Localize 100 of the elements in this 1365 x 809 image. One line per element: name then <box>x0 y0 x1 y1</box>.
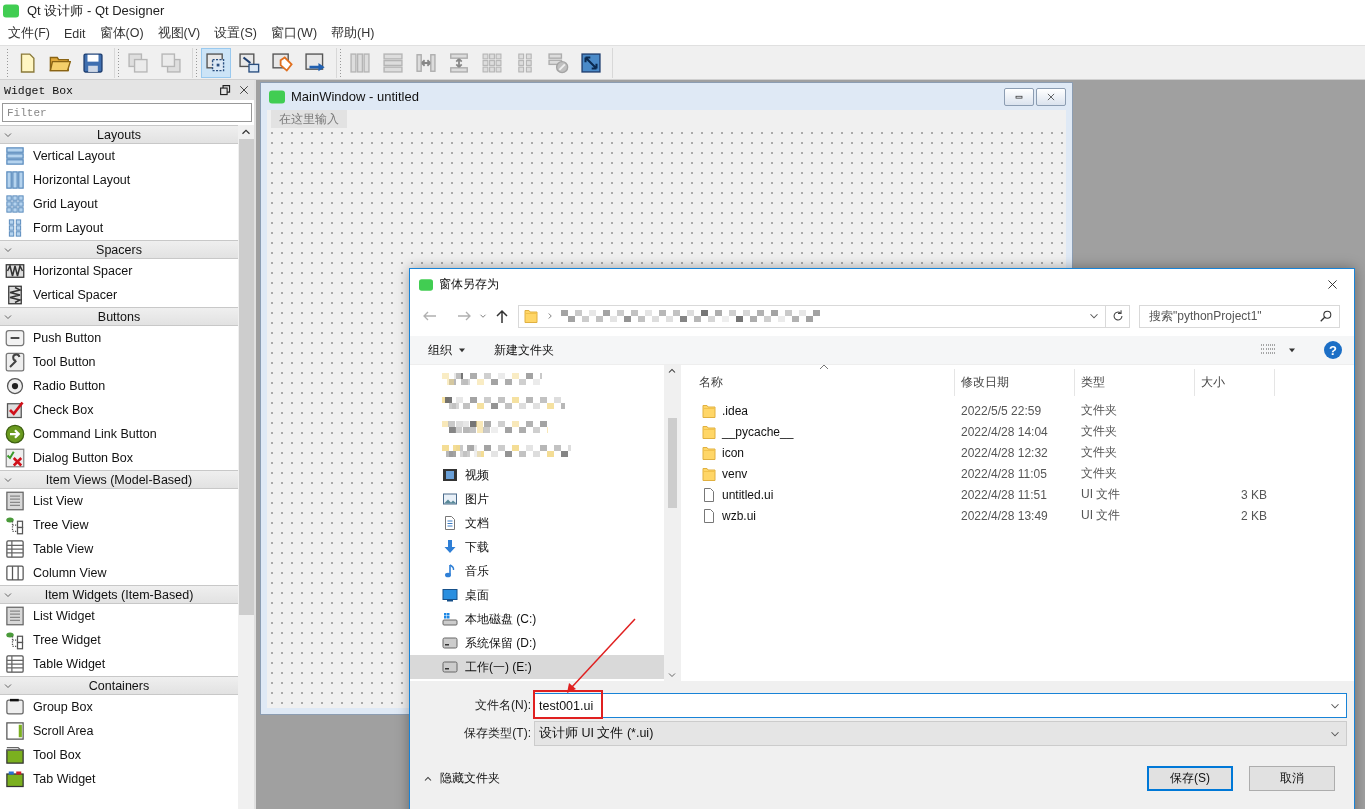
hide-folders-toggle[interactable]: 隐藏文件夹 <box>422 770 1131 787</box>
widget-item[interactable]: Table View <box>0 537 238 561</box>
minimize-button[interactable] <box>1004 87 1034 106</box>
file-name[interactable]: icon <box>722 445 744 460</box>
wrench-icon <box>5 352 25 372</box>
nav-item[interactable]: 音乐 <box>410 559 664 583</box>
file-icon <box>701 507 717 524</box>
nav-item[interactable]: 系统保留 (D:) <box>410 631 664 655</box>
file-name[interactable]: .idea <box>722 403 749 418</box>
menu-placeholder[interactable]: 在这里输入 <box>271 109 347 129</box>
widget-item[interactable]: Tool Button <box>0 350 238 374</box>
download-arrow-icon <box>442 539 458 555</box>
widget-item[interactable]: Tree View <box>0 513 238 537</box>
type-cell-text: 文件夹 <box>1080 465 1118 482</box>
tree-icon <box>5 630 25 650</box>
scroll-thumb[interactable] <box>667 418 677 508</box>
help-button[interactable]: ? <box>1324 341 1342 359</box>
widget-item[interactable]: Tree Widget <box>0 628 238 652</box>
widget-item[interactable]: List View <box>0 489 238 513</box>
dialog-button[interactable]: 取消 <box>1249 766 1335 791</box>
search-field[interactable]: 搜索"pythonProject1" <box>1139 304 1340 328</box>
widget-item[interactable]: Scroll Area <box>0 719 238 743</box>
file-name[interactable]: __pycache__ <box>722 424 794 439</box>
menu-item[interactable]: Edit <box>56 26 93 41</box>
up-arrow-icon[interactable] <box>494 308 510 324</box>
widget-item[interactable]: Table Widget <box>0 652 238 676</box>
file-name[interactable]: wzb.ui <box>722 508 756 523</box>
file-type-dropdown[interactable]: 设计师 UI 文件 (*.ui) <box>534 721 1347 746</box>
scrollbar[interactable] <box>238 125 254 809</box>
nav-item[interactable]: 桌面 <box>410 583 664 607</box>
type-cell-text: 文件夹 <box>1080 423 1118 440</box>
widget-item[interactable]: Command Link Button <box>0 422 238 446</box>
table-icon <box>5 539 25 559</box>
nav-item[interactable]: 文档 <box>410 511 664 535</box>
widget-item[interactable]: Push Button <box>0 326 238 350</box>
close-icon[interactable] <box>238 84 250 96</box>
type-cell-text: UI 文件 <box>1080 486 1122 503</box>
date-cell-text: 2022/4/28 12:32 <box>960 445 1049 460</box>
dialog-title: 窗体另存为 <box>439 276 500 293</box>
category-header[interactable]: Spacers <box>0 240 238 259</box>
checkbox-icon <box>5 400 25 420</box>
nav-item[interactable]: 下载 <box>410 535 664 559</box>
menu-item[interactable]: 窗体(O) <box>92 25 151 42</box>
restore-window-icon[interactable] <box>219 83 232 97</box>
menu-item[interactable]: 帮助(H) <box>324 25 382 42</box>
scroll-thumb[interactable] <box>238 139 254 615</box>
file-name[interactable]: untitled.ui <box>722 487 774 502</box>
menu-item[interactable]: 视图(V) <box>150 25 208 42</box>
menu-item[interactable]: 设置(S) <box>207 25 264 42</box>
widget-item[interactable]: List Widget <box>0 604 238 628</box>
toolbox-icon <box>5 745 25 765</box>
widget-item[interactable]: Dialog Button Box <box>0 446 238 470</box>
search-icon <box>1319 309 1333 323</box>
highlight-frame <box>533 690 603 719</box>
dialog-button[interactable]: 保存(S) <box>1147 766 1233 791</box>
widget-item[interactable]: Form Layout <box>0 216 238 240</box>
widget-item[interactable]: Grid Layout <box>0 192 238 216</box>
category-header[interactable]: Layouts <box>0 125 238 144</box>
menu-item[interactable]: 文件(F) <box>1 25 57 42</box>
toolbar-button[interactable]: 新建文件夹 <box>494 339 554 361</box>
widget-item[interactable]: Check Box <box>0 398 238 422</box>
category-header[interactable]: Containers <box>0 676 238 695</box>
widget-item[interactable]: Group Box <box>0 695 238 719</box>
nav-item[interactable]: 图片 <box>410 487 664 511</box>
widget-item[interactable]: Horizontal Spacer <box>0 259 238 283</box>
file-name[interactable]: venv <box>722 466 748 481</box>
category-header[interactable]: Item Views (Model-Based) <box>0 470 238 489</box>
menu-item[interactable]: 窗口(W) <box>263 25 325 42</box>
column-header[interactable]: 修改日期 <box>955 369 1075 396</box>
column-header[interactable]: 类型 <box>1075 369 1195 396</box>
widget-item[interactable]: Tool Box <box>0 743 238 767</box>
nav-item[interactable]: 视频 <box>410 463 664 487</box>
widget-item[interactable]: Tab Widget <box>0 767 238 791</box>
selection-icon[interactable] <box>201 47 231 78</box>
rows-icon <box>5 146 25 166</box>
widget-item[interactable]: Column View <box>0 561 238 585</box>
filter-field[interactable]: Filter <box>2 103 252 122</box>
column-header[interactable]: 名称 <box>693 369 955 396</box>
file-name-field[interactable]: test001.ui <box>534 693 1347 718</box>
date-cell-text: 2022/4/28 11:05 <box>960 466 1048 481</box>
panel-title: Widget Box <box>4 83 74 97</box>
widget-item[interactable]: Radio Button <box>0 374 238 398</box>
folder-icon <box>701 423 717 440</box>
widget-item[interactable]: Vertical Spacer <box>0 283 238 307</box>
column-header[interactable]: 大小 <box>1195 369 1275 396</box>
close-icon <box>1046 91 1056 102</box>
address-bar[interactable] <box>518 304 1106 328</box>
folder-icon <box>701 465 717 482</box>
scrollbar[interactable] <box>664 365 680 681</box>
widget-item[interactable]: Vertical Layout <box>0 144 238 168</box>
nav-item[interactable]: 工作(一) (E:) <box>410 655 664 679</box>
scroll-area-icon <box>5 721 25 741</box>
category-header[interactable]: Item Widgets (Item-Based) <box>0 585 238 604</box>
menu-button[interactable]: 组织 <box>428 339 468 361</box>
refresh-button[interactable] <box>1106 304 1130 328</box>
picture-frame-icon <box>442 491 458 507</box>
columns-icon <box>5 170 25 190</box>
widget-item[interactable]: Horizontal Layout <box>0 168 238 192</box>
category-header[interactable]: Buttons <box>0 307 238 326</box>
nav-item[interactable]: 本地磁盘 (C:) <box>410 607 664 631</box>
